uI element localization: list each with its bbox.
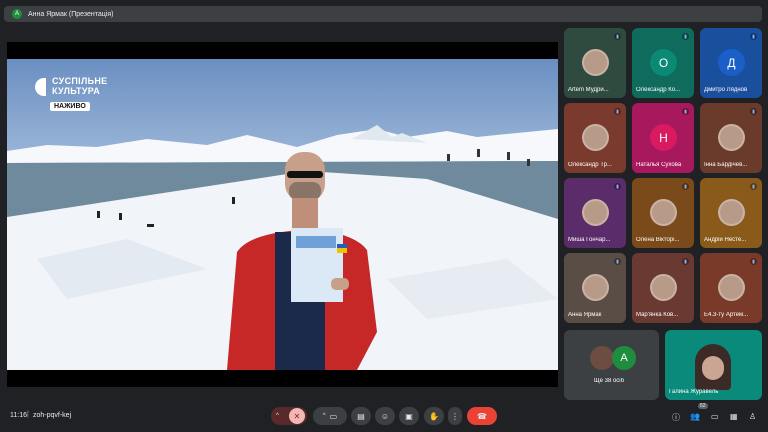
leave-call-button[interactable]: ☎ xyxy=(467,407,497,425)
participant-photo xyxy=(650,199,677,226)
more-participants-tile[interactable]: А Ще 38 осіб xyxy=(564,330,659,400)
lock-icon[interactable]: ♙ xyxy=(749,412,756,421)
people-count-badge: 52 xyxy=(698,403,708,409)
logo-line2: КУЛЬТУРА xyxy=(52,86,101,96)
mic-icon: ▮ xyxy=(750,183,757,190)
chat-icon[interactable]: ▭ xyxy=(711,412,719,421)
more-vert-icon: ⋮ xyxy=(451,411,459,421)
mic-icon: ▮ xyxy=(682,183,689,190)
presenter-person xyxy=(227,152,377,370)
hang-up-icon: ☎ xyxy=(477,411,487,421)
participant-photo xyxy=(650,274,677,301)
mic-icon: ▮ xyxy=(682,33,689,40)
emoji-icon: ☺ xyxy=(380,411,390,421)
mic-icon: ▮ xyxy=(614,33,621,40)
participant-tile[interactable]: ▮ Андрій Несте... xyxy=(700,178,762,248)
participant-tile[interactable]: ▮ Олександр Тр... xyxy=(564,103,626,173)
presentation-banner: A Анна Ярмак (Презентація) xyxy=(4,6,762,22)
participant-avatar: Н xyxy=(650,124,677,151)
logo-mark-icon xyxy=(35,78,46,96)
participant-tile[interactable]: Н ▮ Наталья Сухова xyxy=(632,103,694,173)
participant-photo xyxy=(718,199,745,226)
participant-name: Миша Гончар... xyxy=(568,237,611,243)
participant-name: Інна Бардічев... xyxy=(704,162,748,168)
avatar xyxy=(590,346,614,370)
activities-icon[interactable]: ▦ xyxy=(730,412,738,421)
mic-icon: ▮ xyxy=(614,258,621,265)
reactions-button[interactable]: ☺ xyxy=(375,407,395,425)
participant-name: Е4.3-ту Артем... xyxy=(704,312,749,318)
channel-logo: СУСПІЛЬНЕ КУЛЬТУРА xyxy=(35,76,107,96)
more-participants-label: Ще 38 осіб xyxy=(594,378,625,384)
captions-button[interactable]: ▤ xyxy=(351,407,371,425)
participant-tile[interactable]: ▮ Artem Мудри... xyxy=(564,28,626,98)
chevron-up-icon: ^ xyxy=(276,413,279,419)
participant-name: Анна Ярмак xyxy=(568,312,602,318)
participant-tile[interactable]: ▮ Е4.3-ту Артем... xyxy=(700,253,762,323)
separator: | xyxy=(27,411,29,418)
participant-tile[interactable]: ▮ Олена Вікторі... xyxy=(632,178,694,248)
raise-hand-button[interactable]: ✋ xyxy=(424,407,444,425)
participant-tile[interactable]: Д ▮ Дмитро Ляднов xyxy=(700,28,762,98)
participant-tile[interactable]: ▮ Мар'янка Ков... xyxy=(632,253,694,323)
presentation-title: Анна Ярмак (Презентація) xyxy=(28,10,114,18)
mic-icon: ▮ xyxy=(614,183,621,190)
present-button[interactable]: ▣ xyxy=(399,407,419,425)
participant-name: Artem Мудри... xyxy=(568,87,609,93)
participant-photo xyxy=(718,274,745,301)
participant-name: Галина Журавель xyxy=(669,389,719,395)
chevron-up-icon: ^ xyxy=(322,413,326,419)
clock: 11:16 xyxy=(10,412,27,419)
participant-photo xyxy=(718,124,745,151)
captions-icon: ▤ xyxy=(357,411,365,421)
mic-icon: ▮ xyxy=(750,258,757,265)
participant-name: Олександр Тр... xyxy=(568,162,612,168)
participant-name: Андрій Несте... xyxy=(704,237,747,243)
mic-toggle-button[interactable]: ^ ✕ xyxy=(271,407,307,425)
live-badge: НАЖИВО xyxy=(50,102,90,111)
camera-toggle-button[interactable]: ^ ▭ xyxy=(313,407,347,425)
participant-tile[interactable]: ▮ Миша Гончар... xyxy=(564,178,626,248)
present-icon: ▣ xyxy=(405,411,413,421)
mic-icon: ▮ xyxy=(682,108,689,115)
participant-photo xyxy=(582,124,609,151)
participant-avatar: Д xyxy=(718,49,745,76)
presentation-view[interactable]: СУСПІЛЬНЕ КУЛЬТУРА НАЖИВО xyxy=(7,42,558,387)
mic-off-icon: ✕ xyxy=(289,408,305,424)
participant-name: Наталья Сухова xyxy=(636,162,682,168)
participant-photo xyxy=(582,49,609,76)
participant-name: Олександр Ко... xyxy=(636,87,681,93)
participant-tile[interactable]: ▮ Інна Бардічев... xyxy=(700,103,762,173)
more-options-button[interactable]: ⋮ xyxy=(448,407,462,425)
participant-name: Олена Вікторі... xyxy=(636,237,680,243)
presentation-video: СУСПІЛЬНЕ КУЛЬТУРА НАЖИВО xyxy=(7,59,558,370)
participant-name: Дмитро Ляднов xyxy=(704,87,748,93)
mic-icon: ▮ xyxy=(750,108,757,115)
presenter-avatar: A xyxy=(12,9,22,19)
camera-icon: ▭ xyxy=(329,411,338,421)
mic-icon: ▮ xyxy=(750,33,757,40)
participant-name: Мар'янка Ков... xyxy=(636,312,679,318)
info-icon[interactable]: ⓘ xyxy=(672,412,680,423)
participant-photo xyxy=(582,199,609,226)
participant-tile-last[interactable]: Галина Журавель xyxy=(665,330,762,400)
meeting-code: zoh-pqvf-kej xyxy=(33,412,72,419)
participant-face xyxy=(702,356,724,380)
mic-icon: ▮ xyxy=(682,258,689,265)
hand-icon: ✋ xyxy=(429,411,439,421)
mic-icon: ▮ xyxy=(614,108,621,115)
people-icon[interactable]: 👥 xyxy=(690,412,700,421)
bottom-toolbar: 11:16 | zoh-pqvf-kej ^ ✕ ^ ▭ ▤ ☺ ▣ ✋ ⋮ ☎… xyxy=(0,398,768,432)
participant-avatar: О xyxy=(650,49,677,76)
participant-tile[interactable]: ▮ Анна Ярмак xyxy=(564,253,626,323)
participant-tile[interactable]: О ▮ Олександр Ко... xyxy=(632,28,694,98)
participant-photo xyxy=(582,274,609,301)
logo-line1: СУСПІЛЬНЕ xyxy=(52,76,108,86)
more-participants-avatar: А xyxy=(612,346,636,370)
